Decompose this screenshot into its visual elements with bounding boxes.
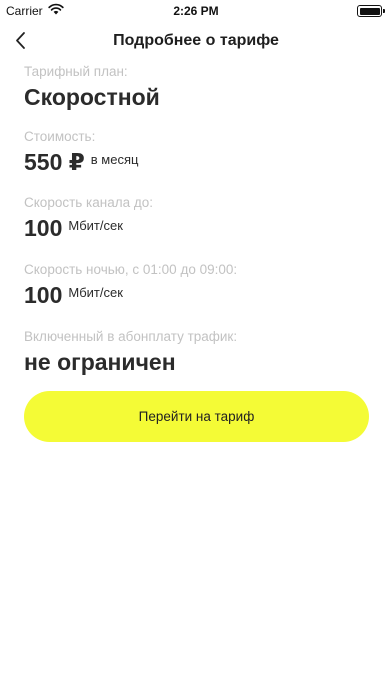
speed-field: Скорость канала до: 100 Мбит/сек (24, 195, 153, 242)
speed-label: Скорость канала до: (24, 195, 153, 210)
plan-field: Тарифный план: Скоростной (24, 64, 160, 111)
night-speed-label: Скорость ночью, с 01:00 до 09:00: (24, 262, 238, 277)
battery-icon (357, 5, 385, 17)
traffic-label: Включенный в абонплату трафик: (24, 329, 238, 344)
tariff-details-screen: Carrier 2:26 PM Подробнее о тарифе Тариф… (0, 0, 392, 696)
traffic-field: Включенный в абонплату трафик: не ограни… (24, 329, 237, 376)
traffic-value: не ограничен (24, 349, 176, 375)
navigation-bar: Подробнее о тарифе (0, 22, 392, 60)
plan-label: Тарифный план: (24, 64, 128, 79)
cost-unit: в месяц (90, 152, 139, 167)
night-speed-field: Скорость ночью, с 01:00 до 09:00: 100 Мб… (24, 262, 237, 309)
cost-label: Стоимость: (24, 129, 96, 144)
cost-value: 550 ₽ (24, 149, 85, 175)
status-bar: Carrier 2:26 PM (0, 0, 392, 22)
cost-field: Стоимость: 550 ₽ в месяц (24, 129, 138, 176)
page-title: Подробнее о тарифе (113, 32, 279, 49)
night-speed-unit: Мбит/сек (68, 285, 123, 300)
speed-value: 100 (24, 215, 63, 241)
night-speed-row: 100 Мбит/сек (24, 281, 237, 309)
speed-unit: Мбит/сек (68, 218, 123, 233)
status-time: 2:26 PM (173, 4, 219, 18)
speed-row: 100 Мбит/сек (24, 214, 153, 242)
night-speed-value: 100 (24, 282, 63, 308)
cost-row: 550 ₽ в месяц (24, 148, 138, 176)
switch-tariff-button[interactable]: Перейти на тариф (24, 391, 369, 442)
plan-value: Скоростной (24, 84, 160, 110)
